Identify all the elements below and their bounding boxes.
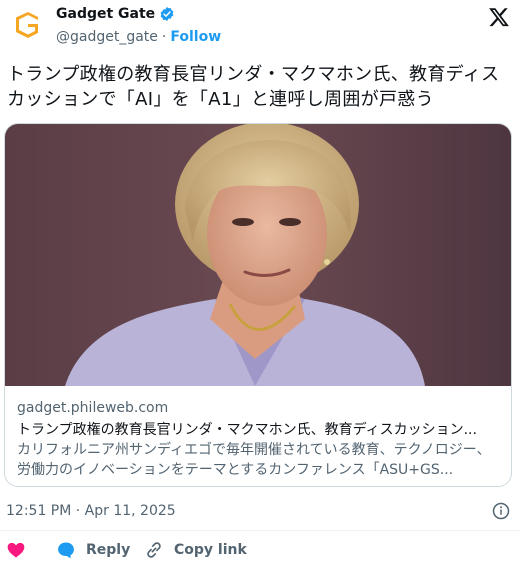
reply-bubble-icon <box>58 542 74 559</box>
account-name-row[interactable]: Gadget Gate <box>56 6 175 22</box>
heart-icon <box>7 542 25 558</box>
tweet-header: Gadget Gate @gadget_gate · Follow <box>0 0 520 56</box>
card-image[interactable] <box>5 124 511 386</box>
handle-row: @gadget_gate · Follow <box>56 29 221 45</box>
copy-link-label: Copy link <box>174 542 247 558</box>
info-icon[interactable] <box>492 502 510 520</box>
gadget-gate-logo <box>10 6 46 42</box>
divider <box>0 530 520 531</box>
portrait-photo <box>5 124 511 386</box>
avatar[interactable] <box>10 6 46 42</box>
verified-badge-icon <box>159 6 175 22</box>
reply-button[interactable]: Reply <box>56 540 130 560</box>
reply-label: Reply <box>86 542 131 558</box>
card-description: カリフォルニア州サンディエゴで毎年開催されている教育、テクノロジー、労働力のイノ… <box>17 442 491 478</box>
tweet-text: トランプ政権の教育長官リンダ・マクマホン氏、教育ディスカッションで「AI」を「A… <box>7 64 500 110</box>
card-title: トランプ政権の教育長官リンダ・マクマホン氏、教育ディスカッション... <box>17 422 477 438</box>
action-bar: Reply Copy link <box>0 540 520 562</box>
separator-dot: · <box>161 29 167 45</box>
account-name[interactable]: Gadget Gate <box>56 6 155 22</box>
card-domain: gadget.phileweb.com <box>17 400 169 416</box>
x-logo-icon[interactable] <box>488 6 510 28</box>
copy-link-button[interactable]: Copy link <box>144 540 247 560</box>
link-icon <box>147 542 161 558</box>
card-meta: gadget.phileweb.com トランプ政権の教育長官リンダ・マクマホン… <box>17 398 499 480</box>
follow-button[interactable]: Follow <box>170 29 221 45</box>
tweet-timestamp[interactable]: 12:51 PM · Apr 11, 2025 <box>6 503 176 519</box>
link-card[interactable]: gadget.phileweb.com トランプ政権の教育長官リンダ・マクマホン… <box>4 123 512 487</box>
like-button[interactable] <box>6 540 26 560</box>
account-handle[interactable]: @gadget_gate <box>56 29 158 45</box>
